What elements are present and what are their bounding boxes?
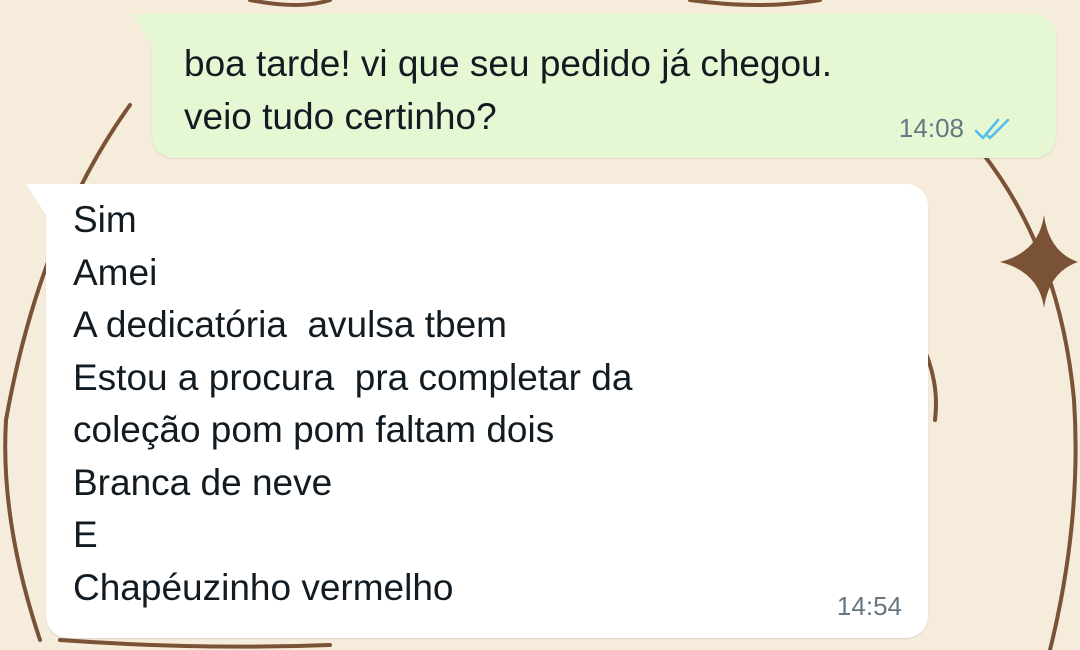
bubble-tail bbox=[132, 14, 154, 48]
message-line: Chapéuzinho vermelho bbox=[73, 566, 454, 608]
message-line: Branca de neve bbox=[73, 461, 333, 503]
message-line: A dedicatória avulsa tbem bbox=[73, 304, 507, 345]
message-timestamp: 14:08 bbox=[898, 113, 964, 143]
message-text: Sim Amei A dedicatória avulsa tbem Estou… bbox=[73, 194, 898, 614]
incoming-message-bubble[interactable]: Sim Amei A dedicatória avulsa tbem Estou… bbox=[26, 184, 928, 638]
message-timestamp: 14:54 bbox=[836, 591, 902, 621]
outgoing-message-bubble[interactable]: boa tarde! vi que seu pedido já chegou. … bbox=[132, 14, 1056, 158]
message-line: coleção pom pom faltam dois bbox=[73, 409, 555, 450]
message-meta: 14:54 bbox=[837, 591, 902, 622]
message-line: E bbox=[73, 514, 98, 555]
bubble-tail bbox=[26, 184, 48, 218]
message-line: Sim bbox=[73, 199, 137, 240]
message-meta: 14:08 bbox=[899, 113, 1016, 144]
chat-screen: { "messages": [ { "direction": "outgoing… bbox=[0, 0, 1080, 650]
message-line: boa tarde! vi que seu pedido já chegou. bbox=[184, 43, 832, 84]
message-line: Estou a procura pra completar da bbox=[73, 356, 633, 398]
double-check-icon bbox=[974, 118, 1010, 139]
message-line: Amei bbox=[73, 251, 158, 293]
